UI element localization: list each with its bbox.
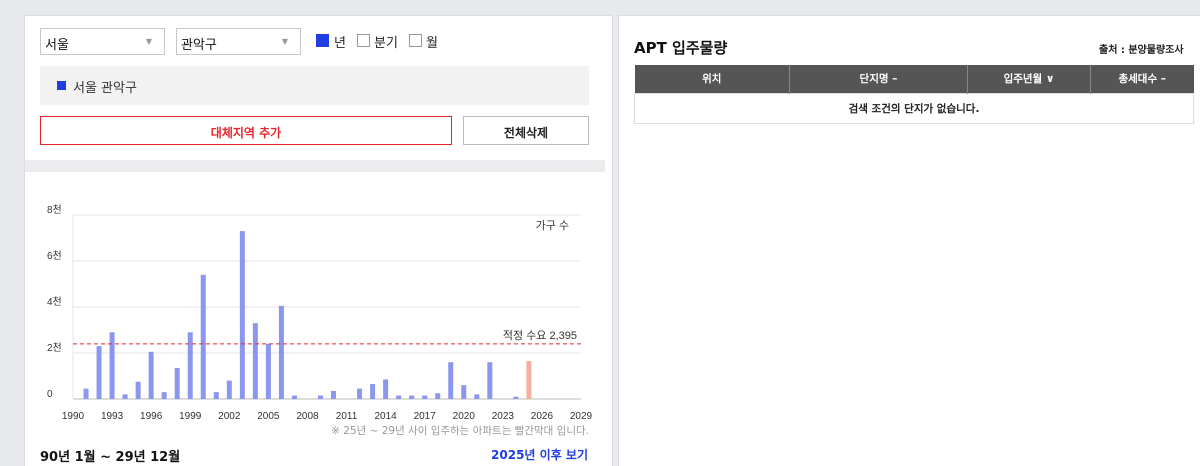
chart-bar-1999 [187, 332, 193, 399]
city-select-value: 서울 [45, 38, 69, 53]
x-tick-label: 2014 [374, 411, 397, 422]
chart-bar-2021 [474, 394, 480, 399]
chart-bar-2005 [265, 343, 271, 399]
selected-region-bar: 서울 관악구 [40, 66, 589, 105]
year-checkbox[interactable] [316, 34, 329, 47]
x-tick-label: 2011 [336, 411, 358, 422]
x-tick-label: 1990 [62, 411, 85, 422]
month-label: 월 [426, 36, 438, 51]
chart-bar-1998 [174, 367, 180, 399]
chart-bar-2025 [526, 361, 532, 399]
chart-bar-1993 [109, 332, 115, 399]
chart-bar-2019 [448, 362, 454, 399]
x-tick-label: 2002 [218, 411, 241, 422]
chart-bar-2024 [513, 396, 519, 399]
table-row: 검색 조건의 단지가 없습니다. [634, 92, 1194, 124]
city-select[interactable]: 서울 ▼ [40, 28, 165, 55]
chart-footnote: ※ 25년 ~ 29년 사이 입주하는 아파트는 빨간막대 입니다. [331, 425, 589, 437]
x-tick-label: 2008 [296, 411, 319, 422]
column-header-total-households[interactable]: 총세대수 – [1090, 65, 1194, 93]
quarter-checkbox[interactable] [357, 34, 370, 47]
column-header-complex-name[interactable]: 단지명 – [789, 65, 968, 93]
district-select[interactable]: 관악구 ▼ [176, 28, 301, 55]
x-tick-label: 2020 [453, 411, 476, 422]
x-tick-label: 2029 [570, 411, 593, 422]
chart-bar-2009 [317, 395, 323, 399]
dropdown-arrow-icon: ▼ [281, 37, 288, 46]
data-source-label: 출처 : 분양물량조사 [1099, 45, 1184, 56]
chart-bar-2002 [226, 380, 232, 399]
period-range-text: 90년 1월 ~ 29년 12월 [40, 450, 181, 465]
chart-bar-1997 [161, 392, 167, 399]
view-after-2025-link[interactable]: 2025년 이후 보기 [491, 446, 588, 463]
chart-bar-1991 [83, 388, 89, 399]
chart-bar-2000 [200, 274, 206, 399]
x-tick-label: 2023 [492, 411, 515, 422]
chart-bar-1992 [96, 346, 102, 399]
section-divider [25, 160, 605, 172]
chart-bar-2004 [252, 323, 258, 399]
column-header-move-in-date[interactable]: 입주년월 ∨ [967, 65, 1091, 93]
chart-bar-1995 [135, 381, 141, 399]
region-color-swatch [57, 81, 66, 90]
chart-bar-2014 [383, 379, 389, 399]
chart-bar-2022 [487, 362, 493, 399]
chart-bar-2007 [291, 395, 297, 399]
y-tick-label: 2천 [47, 342, 62, 354]
household-supply-chart: 0 2천 4천 6천 8천 1990 1993 1996 1999 2002 2005 2008 20… [47, 204, 593, 422]
chart-bars [83, 231, 532, 399]
apt-supply-title: APT 입주물량 [634, 39, 728, 57]
apt-supply-panel: APT 입주물량 출처 : 분양물량조사 위치 단지명 – 입주년월 ∨ 총세대… [618, 15, 1200, 466]
selected-region-label: 서울 관악구 [73, 81, 137, 96]
add-alternative-region-button[interactable]: 대체지역 추가 [40, 116, 452, 145]
chart-legend-label: 가구 수 [536, 219, 569, 232]
delete-all-button[interactable]: 전체삭제 [463, 116, 589, 145]
apt-supply-table: 위치 단지명 – 입주년월 ∨ 총세대수 – 검색 조건의 단지가 없습니다. [634, 65, 1194, 124]
chart-bar-1996 [148, 351, 154, 399]
x-tick-label: 2017 [414, 411, 437, 422]
chart-bar-2001 [213, 392, 219, 399]
y-tick-label: 8천 [47, 204, 62, 216]
dropdown-arrow-icon: ▼ [145, 37, 152, 46]
chart-bar-2020 [461, 385, 467, 399]
month-checkbox[interactable] [409, 34, 422, 47]
chart-bar-2015 [396, 395, 402, 399]
y-tick-label: 4천 [47, 296, 62, 308]
year-label: 년 [334, 36, 346, 51]
column-header-location[interactable]: 위치 [634, 65, 790, 93]
x-tick-label: 2026 [531, 411, 554, 422]
chart-bar-2018 [435, 393, 441, 399]
chart-panel: 서울 ▼ 관악구 ▼ 년 분기 월 서울 관악구 대체지역 추가 전체삭제 0 2… [24, 15, 613, 466]
x-tick-label: 2005 [257, 411, 280, 422]
chart-bar-2012 [357, 388, 363, 399]
y-tick-label: 0 [47, 389, 53, 400]
chart-bar-2013 [370, 384, 376, 399]
x-tick-label: 1996 [140, 411, 163, 422]
district-select-value: 관악구 [181, 38, 217, 53]
x-axis-labels: 1990 1993 1996 1999 2002 2005 2008 2011 2014 2017… [62, 411, 593, 422]
quarter-label: 분기 [374, 36, 398, 51]
chart-bar-1994 [122, 394, 128, 399]
y-tick-label: 6천 [47, 250, 62, 262]
chart-bar-2010 [331, 390, 337, 399]
chart-bar-2003 [239, 231, 245, 399]
chart-bar-2017 [422, 395, 428, 399]
x-tick-label: 1993 [101, 411, 124, 422]
chart-bar-2016 [409, 395, 415, 399]
empty-table-message: 검색 조건의 단지가 없습니다. [634, 92, 1194, 124]
x-tick-label: 1999 [179, 411, 202, 422]
adequate-demand-label: 적정 수요 2,395 [503, 329, 577, 342]
chart-bar-2006 [278, 305, 284, 399]
y-axis-labels: 0 2천 4천 6천 8천 [47, 204, 62, 400]
